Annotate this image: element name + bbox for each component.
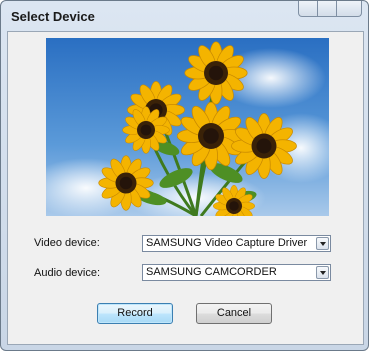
video-device-value: SAMSUNG Video Capture Driver [146, 237, 308, 249]
title-bar[interactable]: Select Device [1, 1, 368, 31]
record-button[interactable]: Record [97, 303, 173, 324]
chevron-down-icon[interactable] [316, 237, 329, 250]
maximize-button[interactable] [317, 1, 337, 17]
sunflower-preview-image [46, 38, 329, 216]
caption-buttons [298, 1, 362, 17]
audio-device-value: SAMSUNG CAMCORDER [146, 266, 277, 278]
cancel-button[interactable]: Cancel [196, 303, 272, 324]
audio-device-label: Audio device: [34, 267, 101, 279]
close-button[interactable] [336, 1, 362, 17]
video-device-dropdown[interactable]: SAMSUNG Video Capture Driver [142, 235, 331, 252]
select-device-dialog: Select Device Video device: SAMSUNG Vide… [0, 0, 369, 351]
minimize-button[interactable] [298, 1, 318, 17]
video-device-label: Video device: [34, 237, 100, 249]
dialog-body: Video device: SAMSUNG Video Capture Driv… [7, 31, 364, 345]
chevron-down-icon[interactable] [316, 266, 329, 279]
audio-device-dropdown[interactable]: SAMSUNG CAMCORDER [142, 264, 331, 281]
window-title: Select Device [11, 9, 95, 24]
video-preview [46, 38, 329, 216]
